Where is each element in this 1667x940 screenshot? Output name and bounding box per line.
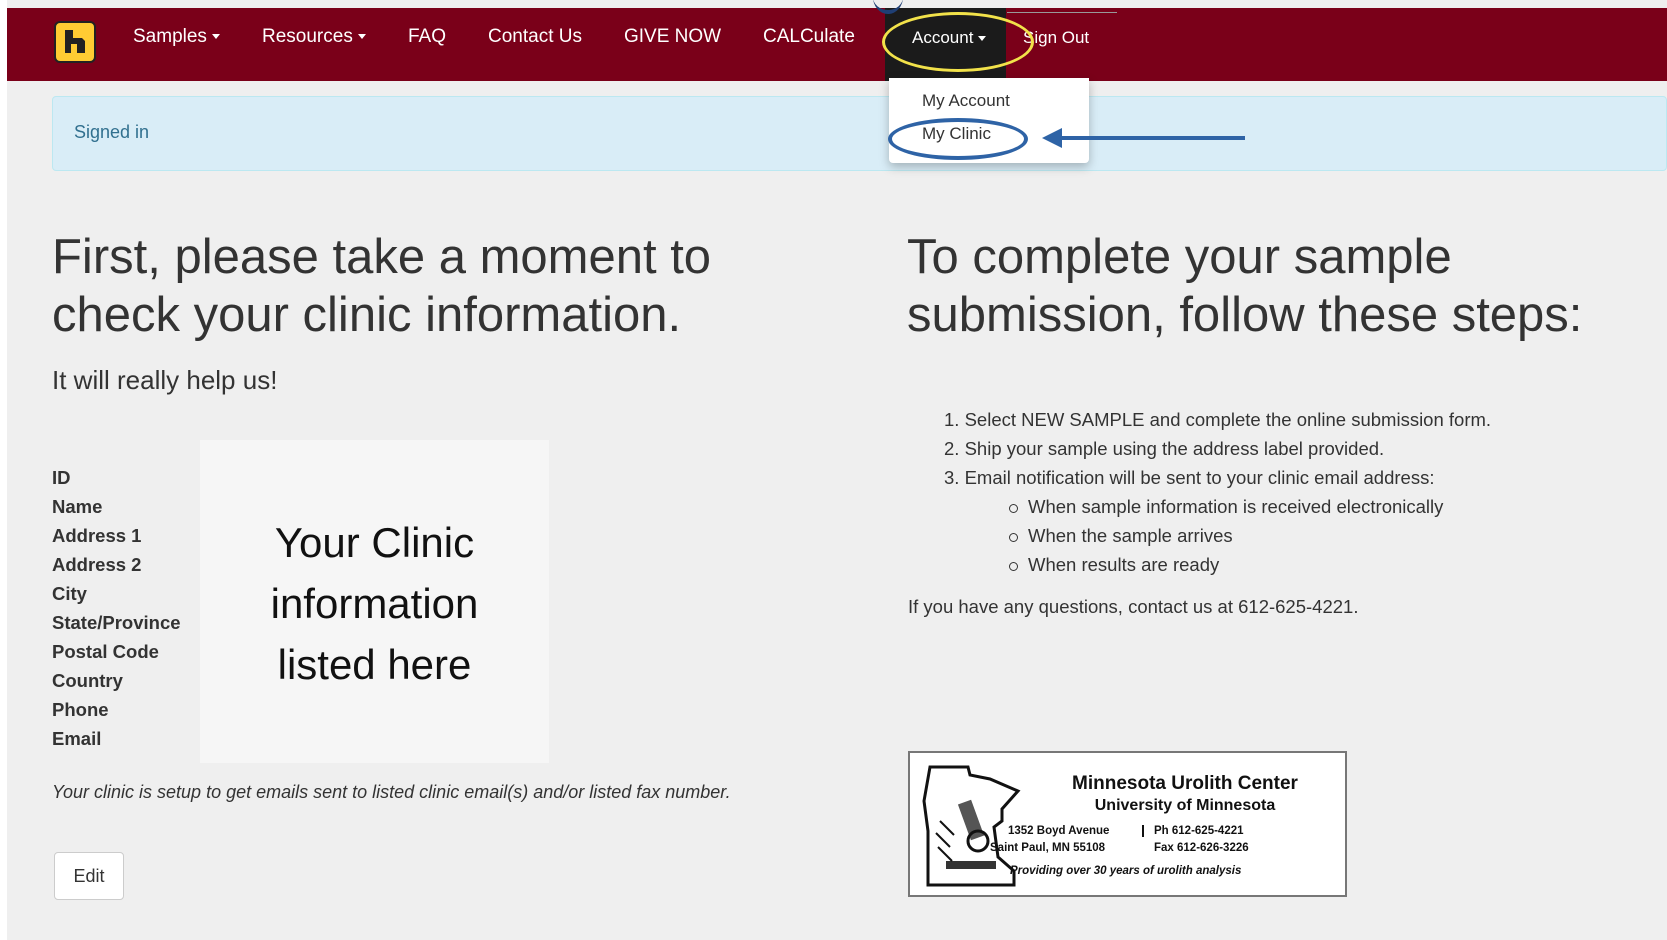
nav-resources[interactable]: Resources [262, 26, 366, 48]
step-item: 2. Ship your sample using the address la… [944, 438, 1385, 459]
card-fax: Fax 612-626-3226 [1154, 842, 1249, 854]
sub-step-item: When sample information is received elec… [944, 492, 1491, 521]
step-item: 1. Select NEW SAMPLE and complete the on… [944, 409, 1492, 430]
email-setup-note: Your clinic is setup to get emails sent … [52, 782, 731, 802]
nav-calculate[interactable]: CALCulate [763, 26, 855, 48]
placeholder-line: Your Clinic [274, 519, 475, 566]
clinic-check-heading: First, please take a moment to check you… [52, 230, 712, 342]
contact-text: If you have any questions, contact us at… [908, 596, 1359, 617]
clinic-field-labels: ID Name Address 1 Address 2 City State/P… [52, 463, 181, 753]
card-address-line1: 1352 Boyd Avenue [1008, 825, 1110, 837]
field-label-city: City [52, 583, 87, 604]
account-highlight-ring [882, 12, 1034, 72]
card-phone: Ph 612-625-4221 [1142, 825, 1244, 837]
circle-bullet-icon [1009, 503, 1018, 513]
urolith-center-label: Minnesota Urolith Center University of M… [908, 751, 1347, 897]
submission-steps-heading: To complete your sample submission, foll… [907, 230, 1583, 342]
arrow-left-icon [1042, 128, 1062, 148]
circle-bullet-icon [1009, 532, 1018, 542]
site-logo[interactable] [54, 21, 96, 63]
field-label-postal-code: Postal Code [52, 641, 159, 662]
my-clinic-highlight-ring [888, 118, 1028, 160]
nav-give-now[interactable]: GIVE NOW [624, 26, 721, 48]
caret-down-icon [357, 34, 366, 40]
nav-samples[interactable]: Samples [133, 26, 220, 48]
sub-step-item: When results are ready [944, 550, 1491, 579]
menu-item-my-account[interactable]: My Account [922, 91, 1010, 111]
field-label-address1: Address 1 [52, 525, 142, 546]
edit-button[interactable]: Edit [54, 852, 124, 900]
placeholder-line: listed here [277, 641, 472, 688]
caret-down-icon [211, 34, 220, 40]
signed-in-alert: Signed in [52, 96, 1667, 171]
nav-contact-us[interactable]: Contact Us [488, 26, 582, 48]
field-label-country: Country [52, 670, 123, 691]
field-label-address2: Address 2 [52, 554, 142, 575]
circle-bullet-icon [1009, 561, 1018, 571]
sub-step-item: When the sample arrives [944, 521, 1491, 550]
nav-faq[interactable]: FAQ [408, 26, 446, 48]
step-item: 3. Email notification will be sent to yo… [944, 467, 1435, 488]
clinic-check-subtitle: It will really help us! [52, 365, 278, 395]
field-label-name: Name [52, 496, 103, 517]
card-title: Minnesota Urolith Center [1072, 773, 1298, 794]
logo-icon [65, 30, 85, 53]
field-label-state: State/Province [52, 612, 181, 633]
placeholder-line: information [270, 580, 479, 627]
annotation-line [1007, 12, 1117, 13]
card-tagline: Providing over 30 years of urolith analy… [1010, 865, 1242, 877]
alert-text: Signed in [74, 122, 150, 142]
field-label-phone: Phone [52, 699, 109, 720]
card-subtitle: University of Minnesota [1094, 797, 1276, 814]
clinic-info-placeholder: Your Clinic information listed here [200, 440, 549, 763]
field-label-email: Email [52, 728, 102, 749]
annotation-arrow-shaft [1057, 136, 1245, 140]
field-label-id: ID [52, 467, 71, 488]
page-frame: Samples Resources FAQ Contact Us GIVE NO… [7, 0, 1667, 940]
submission-steps-list: 1. Select NEW SAMPLE and complete the on… [944, 405, 1491, 579]
card-address-line2: Saint Paul, MN 55108 [990, 842, 1106, 854]
